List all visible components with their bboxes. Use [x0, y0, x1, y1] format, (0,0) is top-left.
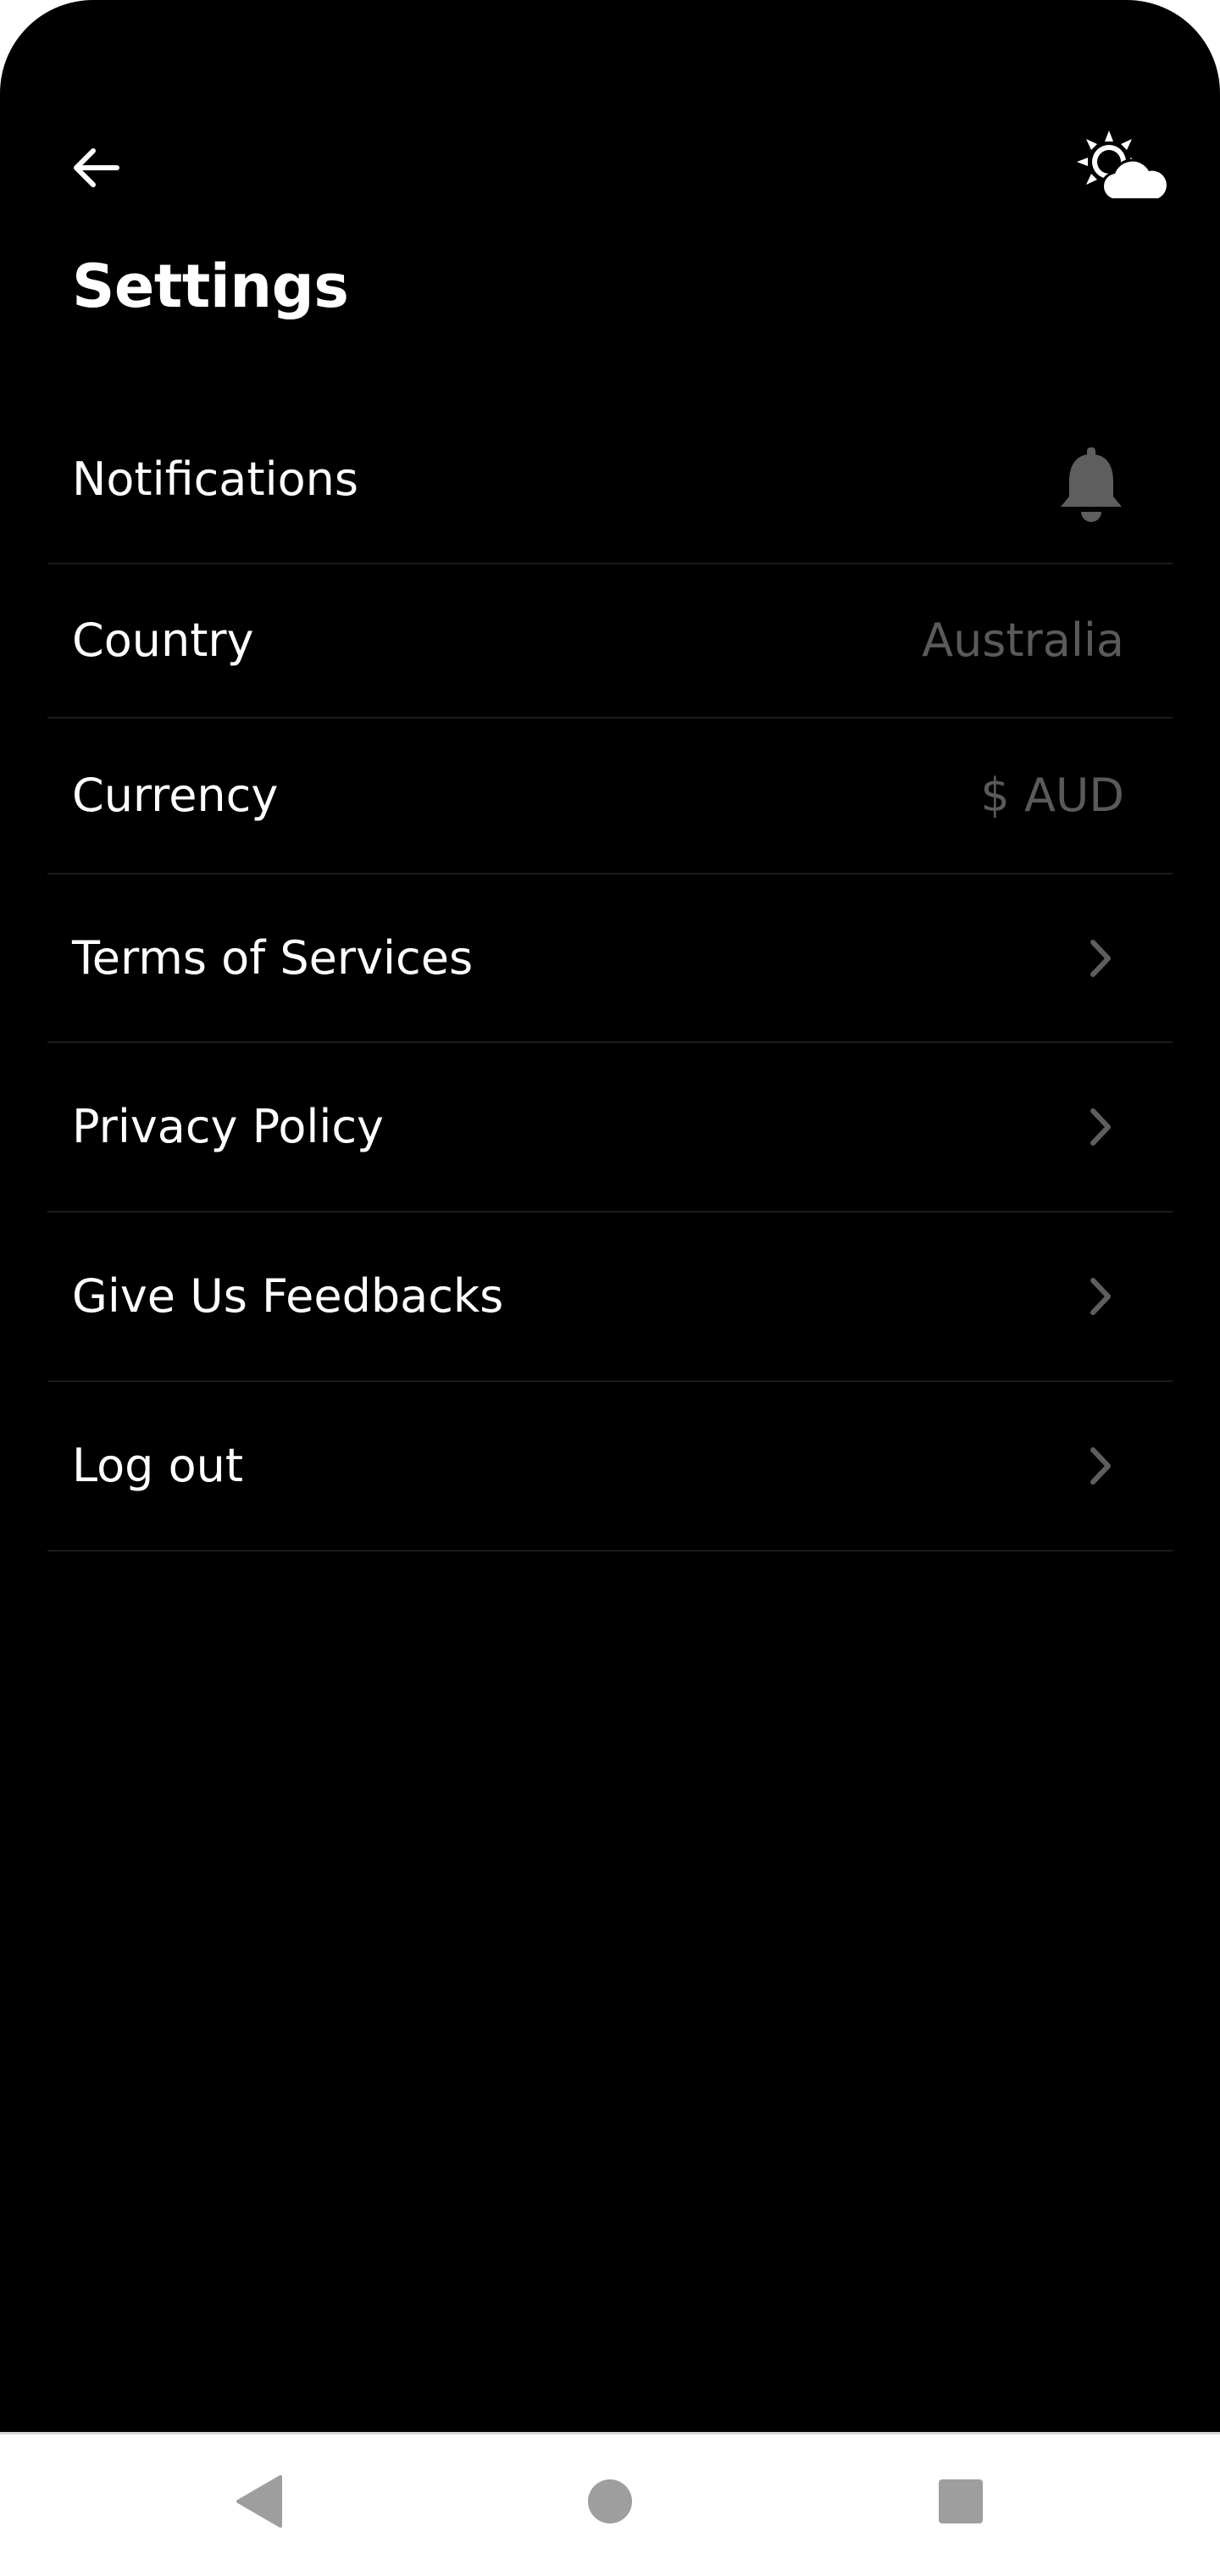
system-navigation-bar: [0, 2432, 1220, 2576]
settings-item-label: Terms of Services: [72, 930, 474, 985]
back-button[interactable]: [61, 134, 129, 202]
nav-home-button[interactable]: [572, 2463, 648, 2540]
settings-item-label: Country: [72, 613, 254, 667]
settings-item-privacy-policy[interactable]: Privacy Policy: [47, 1043, 1173, 1213]
settings-item-notifications[interactable]: Notifications: [47, 397, 1173, 564]
page-title: Settings: [72, 252, 349, 321]
currency-value: $ AUD: [980, 769, 1124, 822]
nav-back-button[interactable]: [220, 2463, 297, 2540]
chevron-right-icon: [1088, 1275, 1113, 1318]
settings-item-label: Notifications: [72, 452, 358, 506]
settings-item-label: Log out: [72, 1439, 244, 1492]
settings-item-label: Privacy Policy: [72, 1100, 385, 1153]
settings-list: Notifications Country Australia Currency…: [47, 397, 1173, 1552]
settings-item-label: Give Us Feedbacks: [72, 1269, 504, 1323]
settings-item-currency[interactable]: Currency $ AUD: [47, 719, 1173, 874]
sun-cloud-icon: [1077, 130, 1171, 200]
settings-item-terms-of-services[interactable]: Terms of Services: [47, 874, 1173, 1043]
settings-item-label: Currency: [72, 769, 279, 822]
bell-icon[interactable]: [1057, 446, 1125, 524]
nav-back-triangle-icon: [236, 2475, 282, 2528]
nav-home-circle-icon: [588, 2479, 632, 2523]
chevron-right-icon: [1088, 1106, 1113, 1148]
arrow-left-icon: [74, 148, 119, 187]
country-value: Australia: [922, 613, 1124, 667]
nav-recents-square-icon: [939, 2479, 983, 2523]
theme-toggle-button[interactable]: [1069, 125, 1179, 210]
nav-recents-button[interactable]: [923, 2463, 999, 2540]
settings-item-country[interactable]: Country Australia: [47, 564, 1173, 719]
settings-item-give-us-feedbacks[interactable]: Give Us Feedbacks: [47, 1213, 1173, 1382]
chevron-right-icon: [1088, 937, 1113, 980]
settings-item-log-out[interactable]: Log out: [47, 1382, 1173, 1552]
chevron-right-icon: [1088, 1445, 1113, 1487]
settings-screen: Settings Notifications Country Australia…: [0, 0, 1220, 2432]
